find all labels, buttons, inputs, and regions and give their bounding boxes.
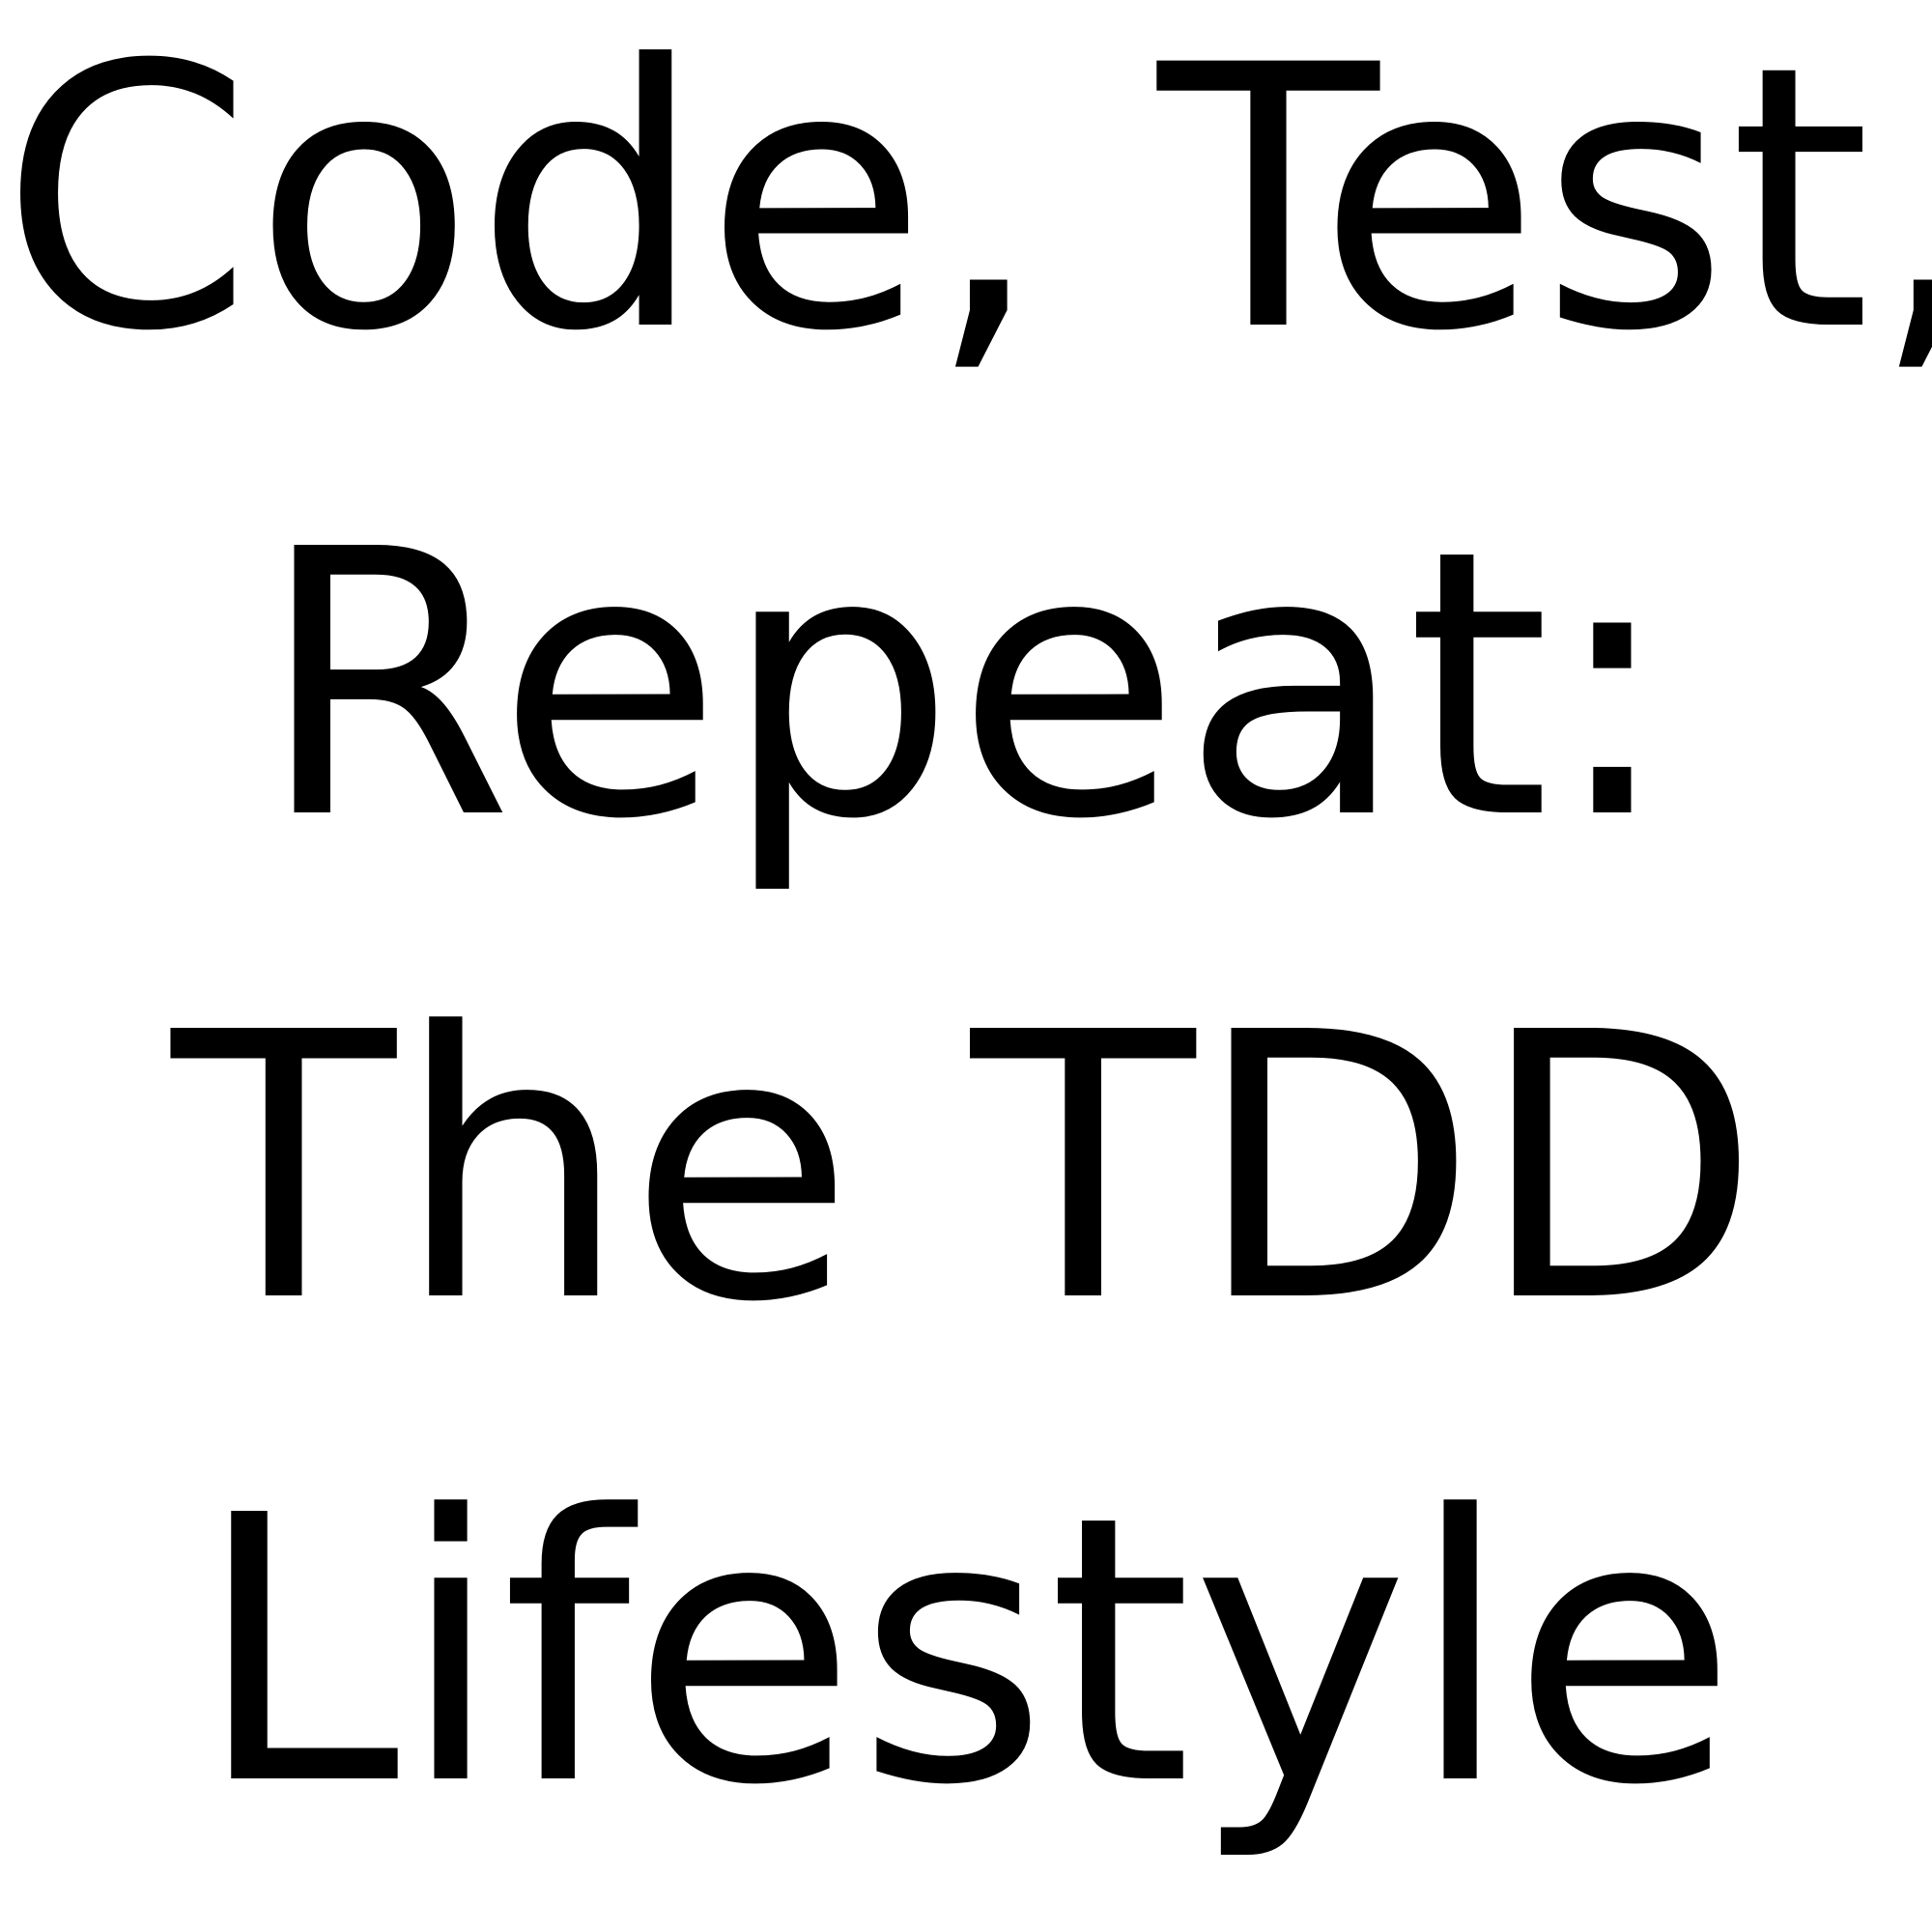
title-line-1: Code, Test,: [0, 0, 1932, 411]
title-line-4: Lifestyle: [194, 1437, 1738, 1865]
title-card: Code, Test, Repeat: The TDD Lifestyle: [0, 0, 1932, 1932]
title-line-3: The TDD: [171, 954, 1761, 1382]
title-line-2: Repeat:: [258, 471, 1674, 899]
